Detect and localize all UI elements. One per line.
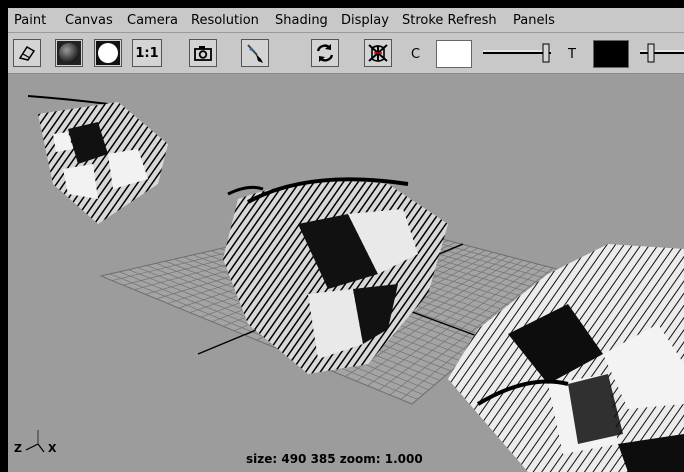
- one-to-one-button[interactable]: 1:1: [132, 39, 162, 67]
- menu-camera[interactable]: Camera: [127, 13, 178, 28]
- white-circle-icon: [96, 41, 120, 65]
- painted-scene: [25, 95, 684, 472]
- menu-shading[interactable]: Shading: [275, 13, 328, 28]
- paint-brush-icon: [247, 44, 263, 63]
- eraser-icon: [18, 45, 36, 61]
- paint-canvas-viewport[interactable]: Z X size: 490 385 zoom: 1.000: [8, 74, 684, 472]
- menu-canvas[interactable]: Canvas: [65, 13, 113, 28]
- refresh-button[interactable]: [311, 39, 339, 67]
- stroke-mask-icon: [368, 44, 388, 62]
- transparency-swatch[interactable]: [593, 40, 629, 68]
- axis-z-label: Z: [14, 442, 22, 455]
- color-label: C: [411, 47, 421, 62]
- toolbar: 1:1 C T: [8, 33, 684, 74]
- transparency-slider[interactable]: [638, 41, 684, 65]
- paint-brush-button[interactable]: [241, 39, 269, 67]
- white-circle-button[interactable]: [94, 39, 122, 67]
- transparency-label: T: [568, 47, 576, 62]
- menu-display[interactable]: Display: [341, 13, 389, 28]
- axis-indicator: [25, 430, 45, 453]
- paint-effects-window: Paint Canvas Camera Resolution Shading D…: [8, 8, 684, 472]
- top-left-stroke-cluster: [27, 95, 168, 224]
- menubar: Paint Canvas Camera Resolution Shading D…: [8, 8, 684, 33]
- refresh-icon: [316, 44, 334, 62]
- axis-x-label: X: [48, 442, 57, 455]
- canvas-status-text: size: 490 385 zoom: 1.000: [246, 452, 423, 466]
- menu-resolution[interactable]: Resolution: [191, 13, 259, 28]
- camera-icon: [194, 46, 212, 61]
- eraser-button[interactable]: [13, 39, 41, 67]
- color-swatch[interactable]: [436, 40, 472, 68]
- color-slider[interactable]: [481, 41, 561, 65]
- menu-panels[interactable]: Panels: [513, 13, 555, 28]
- hide-strokes-button[interactable]: [364, 39, 392, 67]
- one-to-one-label: 1:1: [135, 45, 159, 61]
- shaded-sphere-button[interactable]: [55, 39, 83, 67]
- snapshot-button[interactable]: [189, 39, 217, 67]
- menu-paint[interactable]: Paint: [14, 13, 46, 28]
- shaded-sphere-icon: [57, 41, 81, 65]
- menu-stroke-refresh[interactable]: Stroke Refresh: [402, 13, 497, 28]
